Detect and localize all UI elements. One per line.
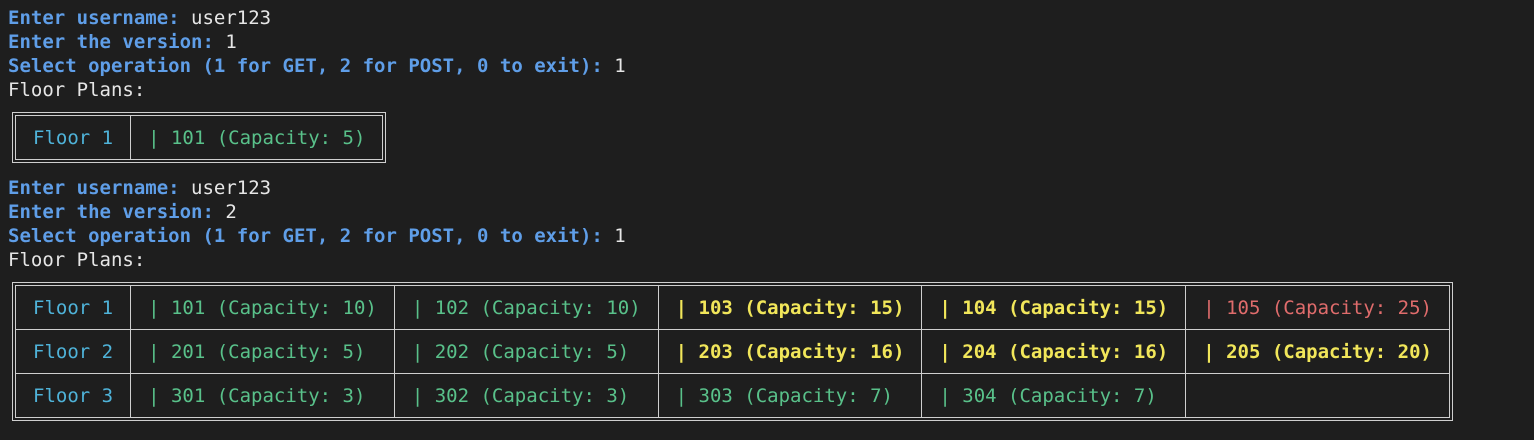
operation-prompt: Select operation (1 for GET, 2 for POST,… [8,225,603,247]
floor-plan-table-v1: Floor 1 | 101 (Capacity: 5) [12,112,387,163]
room-cell: | 102 (Capacity: 10) [393,285,659,330]
version-prompt: Enter the version: [8,31,214,53]
room-cell: | 105 (Capacity: 25) [1185,285,1450,330]
username-value: user123 [191,177,272,199]
version-value: 1 [225,31,237,53]
username-line: Enter username: user123 [8,6,1526,30]
floor-label: Floor 1 [14,115,132,160]
username-value: user123 [191,7,272,29]
room-cell: | 101 (Capacity: 10) [130,285,395,330]
operation-prompt: Select operation (1 for GET, 2 for POST,… [8,55,603,77]
room-cell: | 304 (Capacity: 7) [921,373,1187,418]
room-cell: | 301 (Capacity: 3) [130,373,395,418]
floor-label: Floor 1 [14,285,132,330]
operation-line: Select operation (1 for GET, 2 for POST,… [8,54,1526,78]
room-cell: | 104 (Capacity: 15) [921,285,1187,330]
username-prompt: Enter username: [8,7,180,29]
floor-plan-table-v2: Floor 1 | 101 (Capacity: 10) | 102 (Capaci… [12,282,1453,421]
floor-label: Floor 2 [14,329,132,374]
room-cell: | 302 (Capacity: 3) [393,373,659,418]
username-line: Enter username: user123 [8,176,1526,200]
operation-value: 1 [614,225,626,247]
terminal-output: Enter username: user123 Enter the versio… [8,6,1526,426]
room-cell: | 205 (Capacity: 20) [1185,329,1450,374]
floor-row: Floor 3 | 301 (Capacity: 3) | 302 (Capacit… [14,373,1450,418]
output-header: Floor Plans: [8,79,146,101]
room-cell: | 202 (Capacity: 5) [393,329,659,374]
version-line: Enter the version: 2 [8,200,1526,224]
version-prompt: Enter the version: [8,201,214,223]
operation-line: Select operation (1 for GET, 2 for POST,… [8,224,1526,248]
floor-row: Floor 2 | 201 (Capacity: 5) | 202 (Capacit… [14,329,1450,374]
room-cell: | 103 (Capacity: 15) [657,285,923,330]
username-prompt: Enter username: [8,177,180,199]
floor-plan-grid: Floor 1 | 101 (Capacity: 10) | 102 (Capaci… [14,285,1450,418]
room-cell: | 203 (Capacity: 16) [657,329,923,374]
room-cell: | 101 (Capacity: 5) [130,115,384,160]
floor-label: Floor 3 [14,373,132,418]
version-value: 2 [225,201,237,223]
room-cell: | 303 (Capacity: 7) [657,373,923,418]
version-line: Enter the version: 1 [8,30,1526,54]
empty-room-cell [1185,373,1450,418]
floor-row: Floor 1 | 101 (Capacity: 5) [14,115,384,160]
output-header: Floor Plans: [8,249,146,271]
room-cell: | 204 (Capacity: 16) [921,329,1187,374]
floor-plan-grid: Floor 1 | 101 (Capacity: 5) [14,115,384,160]
floor-row: Floor 1 | 101 (Capacity: 10) | 102 (Capaci… [14,285,1450,330]
operation-value: 1 [614,55,626,77]
room-cell: | 201 (Capacity: 5) [130,329,395,374]
